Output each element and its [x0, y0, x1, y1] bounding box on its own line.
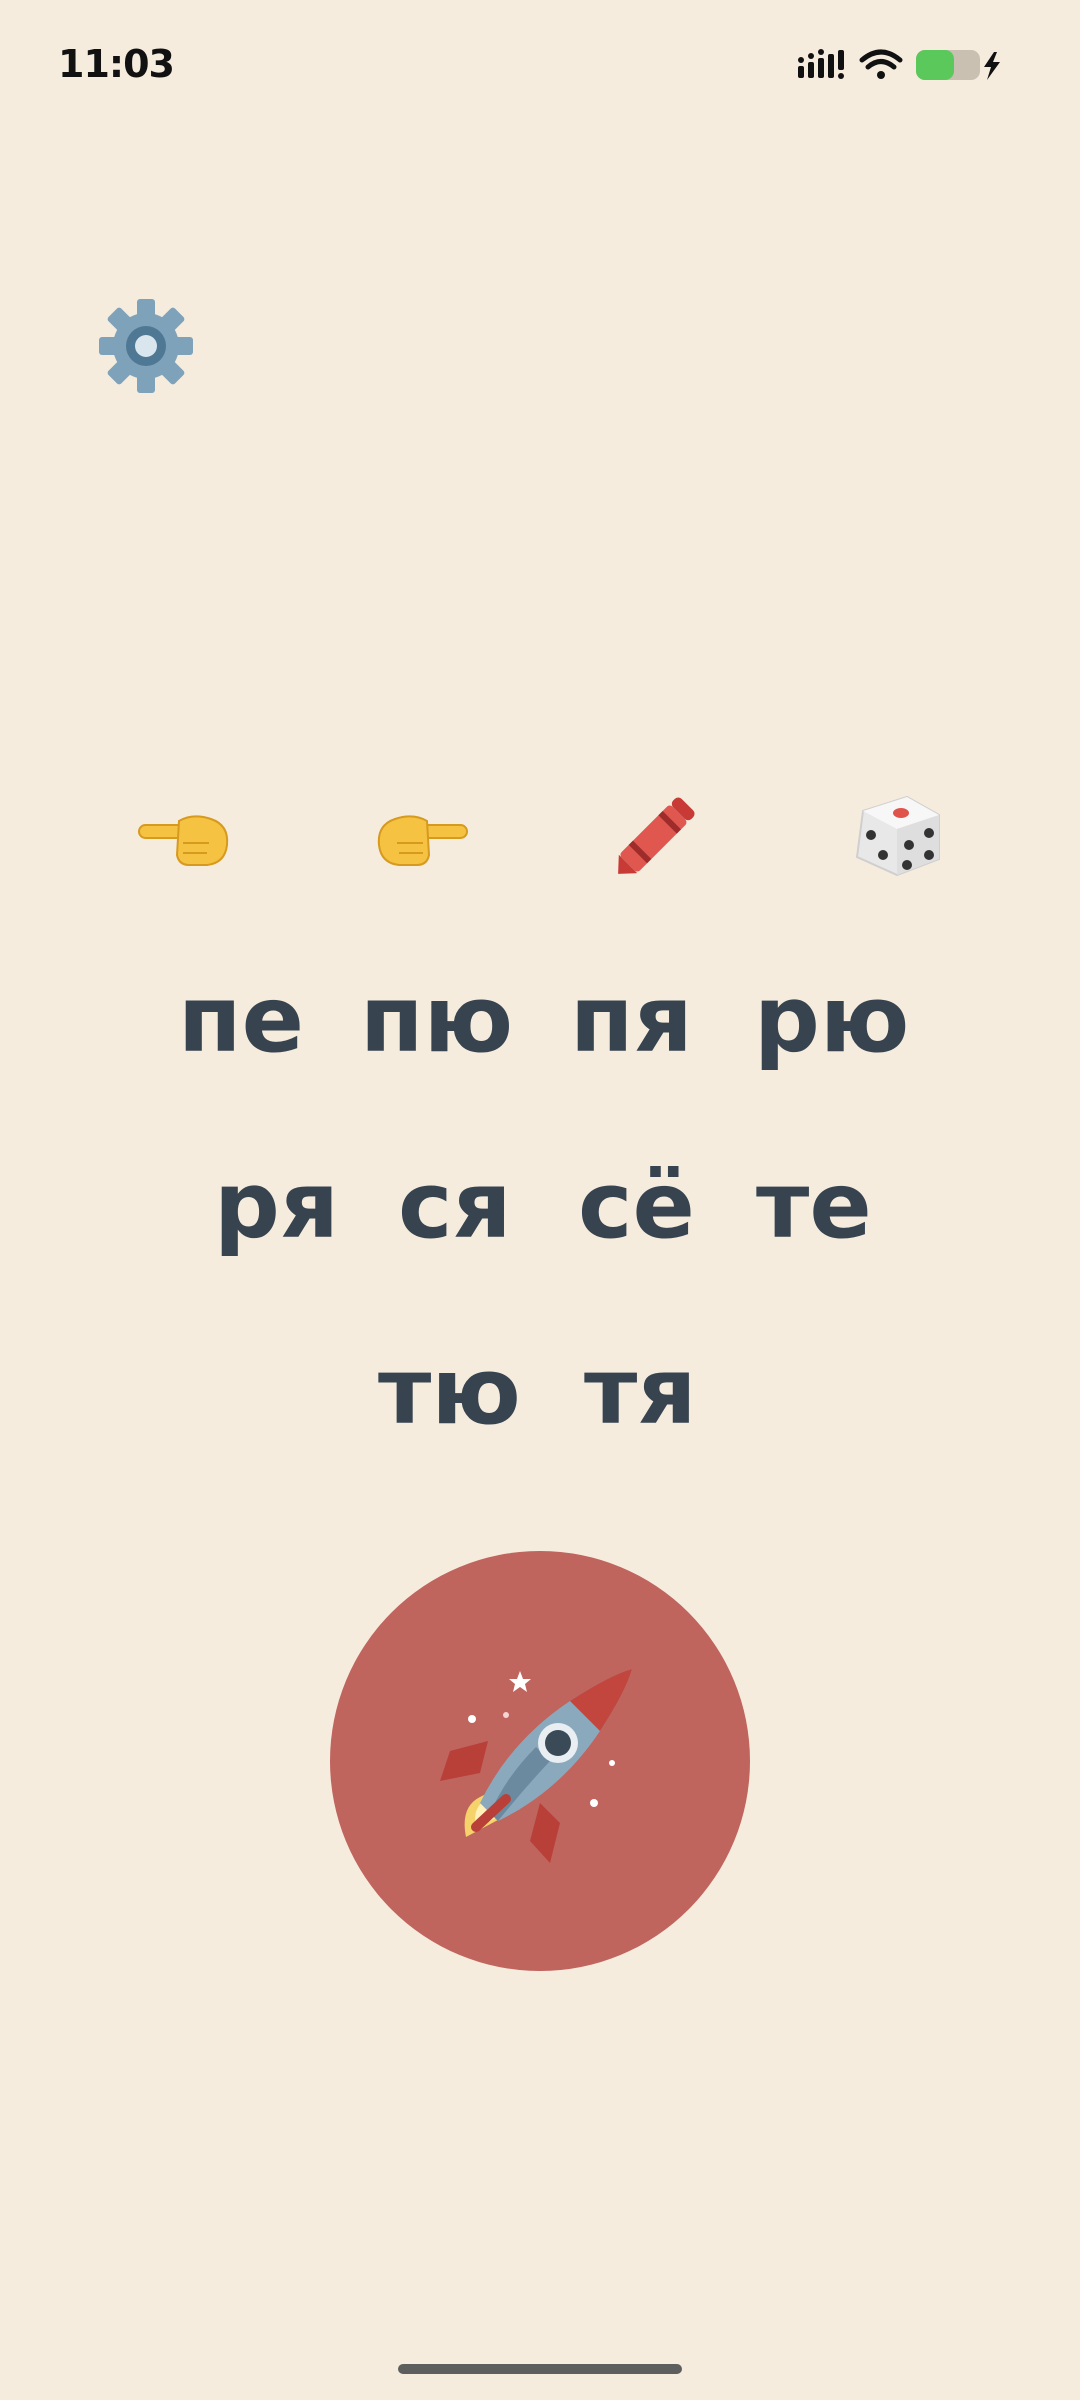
- syllable[interactable]: пя: [570, 950, 693, 1090]
- syllable[interactable]: тя: [584, 1322, 696, 1462]
- gear-icon: [99, 299, 193, 393]
- syllable[interactable]: те: [756, 1136, 872, 1276]
- syllable[interactable]: рю: [754, 950, 909, 1090]
- wifi-icon: [859, 49, 903, 79]
- syllable[interactable]: сё: [578, 1136, 695, 1276]
- syllable[interactable]: пе: [178, 950, 304, 1090]
- syllable[interactable]: ря: [214, 1136, 339, 1276]
- syllable[interactable]: тю: [378, 1322, 521, 1462]
- syllable-row: пе пю пя рю: [0, 950, 1080, 1090]
- previous-button[interactable]: [130, 780, 240, 890]
- next-button[interactable]: [366, 780, 476, 890]
- syllable-row: ря ся сё те: [0, 1136, 1080, 1276]
- home-indicator[interactable]: [398, 2364, 682, 2374]
- status-bar: 11:03: [0, 0, 1080, 130]
- draw-button[interactable]: [602, 780, 712, 890]
- crayon-icon: [618, 797, 695, 874]
- settings-button[interactable]: [96, 296, 196, 396]
- pointing-left-icon: [138, 815, 229, 866]
- syllable-row: тю тя: [0, 1322, 1080, 1462]
- dice-icon: [855, 795, 940, 877]
- tool-row: [0, 780, 1080, 890]
- status-time: 11:03: [58, 42, 175, 86]
- syllable[interactable]: ся: [398, 1136, 512, 1276]
- signal-icon: [798, 49, 844, 79]
- battery-charging-icon: [916, 50, 1000, 80]
- random-button[interactable]: [842, 780, 952, 890]
- start-button[interactable]: [330, 1551, 750, 1971]
- syllable[interactable]: пю: [360, 950, 513, 1090]
- status-icons: [798, 46, 1008, 86]
- pointing-right-icon: [377, 815, 468, 866]
- rocket-icon: [440, 1669, 632, 1863]
